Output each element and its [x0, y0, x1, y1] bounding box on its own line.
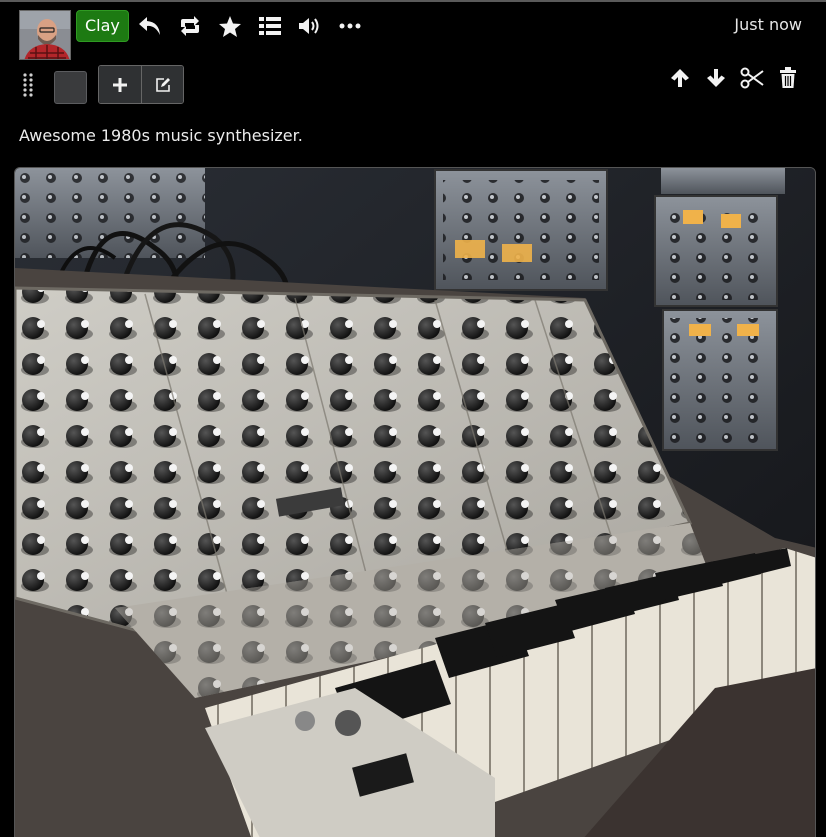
add-edit-group	[98, 65, 184, 104]
edit-button[interactable]	[141, 66, 183, 103]
avatar[interactable]	[19, 10, 71, 60]
plus-icon	[113, 77, 127, 92]
speaker-icon[interactable]	[290, 11, 330, 41]
arrow-down-icon[interactable]	[698, 64, 734, 92]
star-icon[interactable]	[210, 11, 250, 41]
post-text: Awesome 1980s music synthesizer.	[19, 126, 303, 145]
top-divider	[0, 0, 826, 2]
synthesizer-photo[interactable]	[14, 167, 816, 837]
arrow-up-icon[interactable]	[662, 64, 698, 92]
scissors-icon[interactable]	[734, 64, 770, 92]
edit-icon	[155, 77, 170, 92]
post-tools	[662, 64, 806, 92]
user-name-button[interactable]: Clay	[76, 10, 129, 42]
add-button[interactable]	[99, 66, 141, 103]
reply-icon[interactable]	[130, 11, 170, 41]
list-icon[interactable]	[250, 11, 290, 41]
drag-handle-icon[interactable]	[22, 72, 34, 98]
more-icon[interactable]	[330, 11, 370, 41]
repost-icon[interactable]	[170, 11, 210, 41]
select-checkbox[interactable]	[54, 71, 87, 104]
post-actions	[130, 11, 370, 41]
timestamp: Just now	[734, 15, 802, 34]
trash-icon[interactable]	[770, 64, 806, 92]
